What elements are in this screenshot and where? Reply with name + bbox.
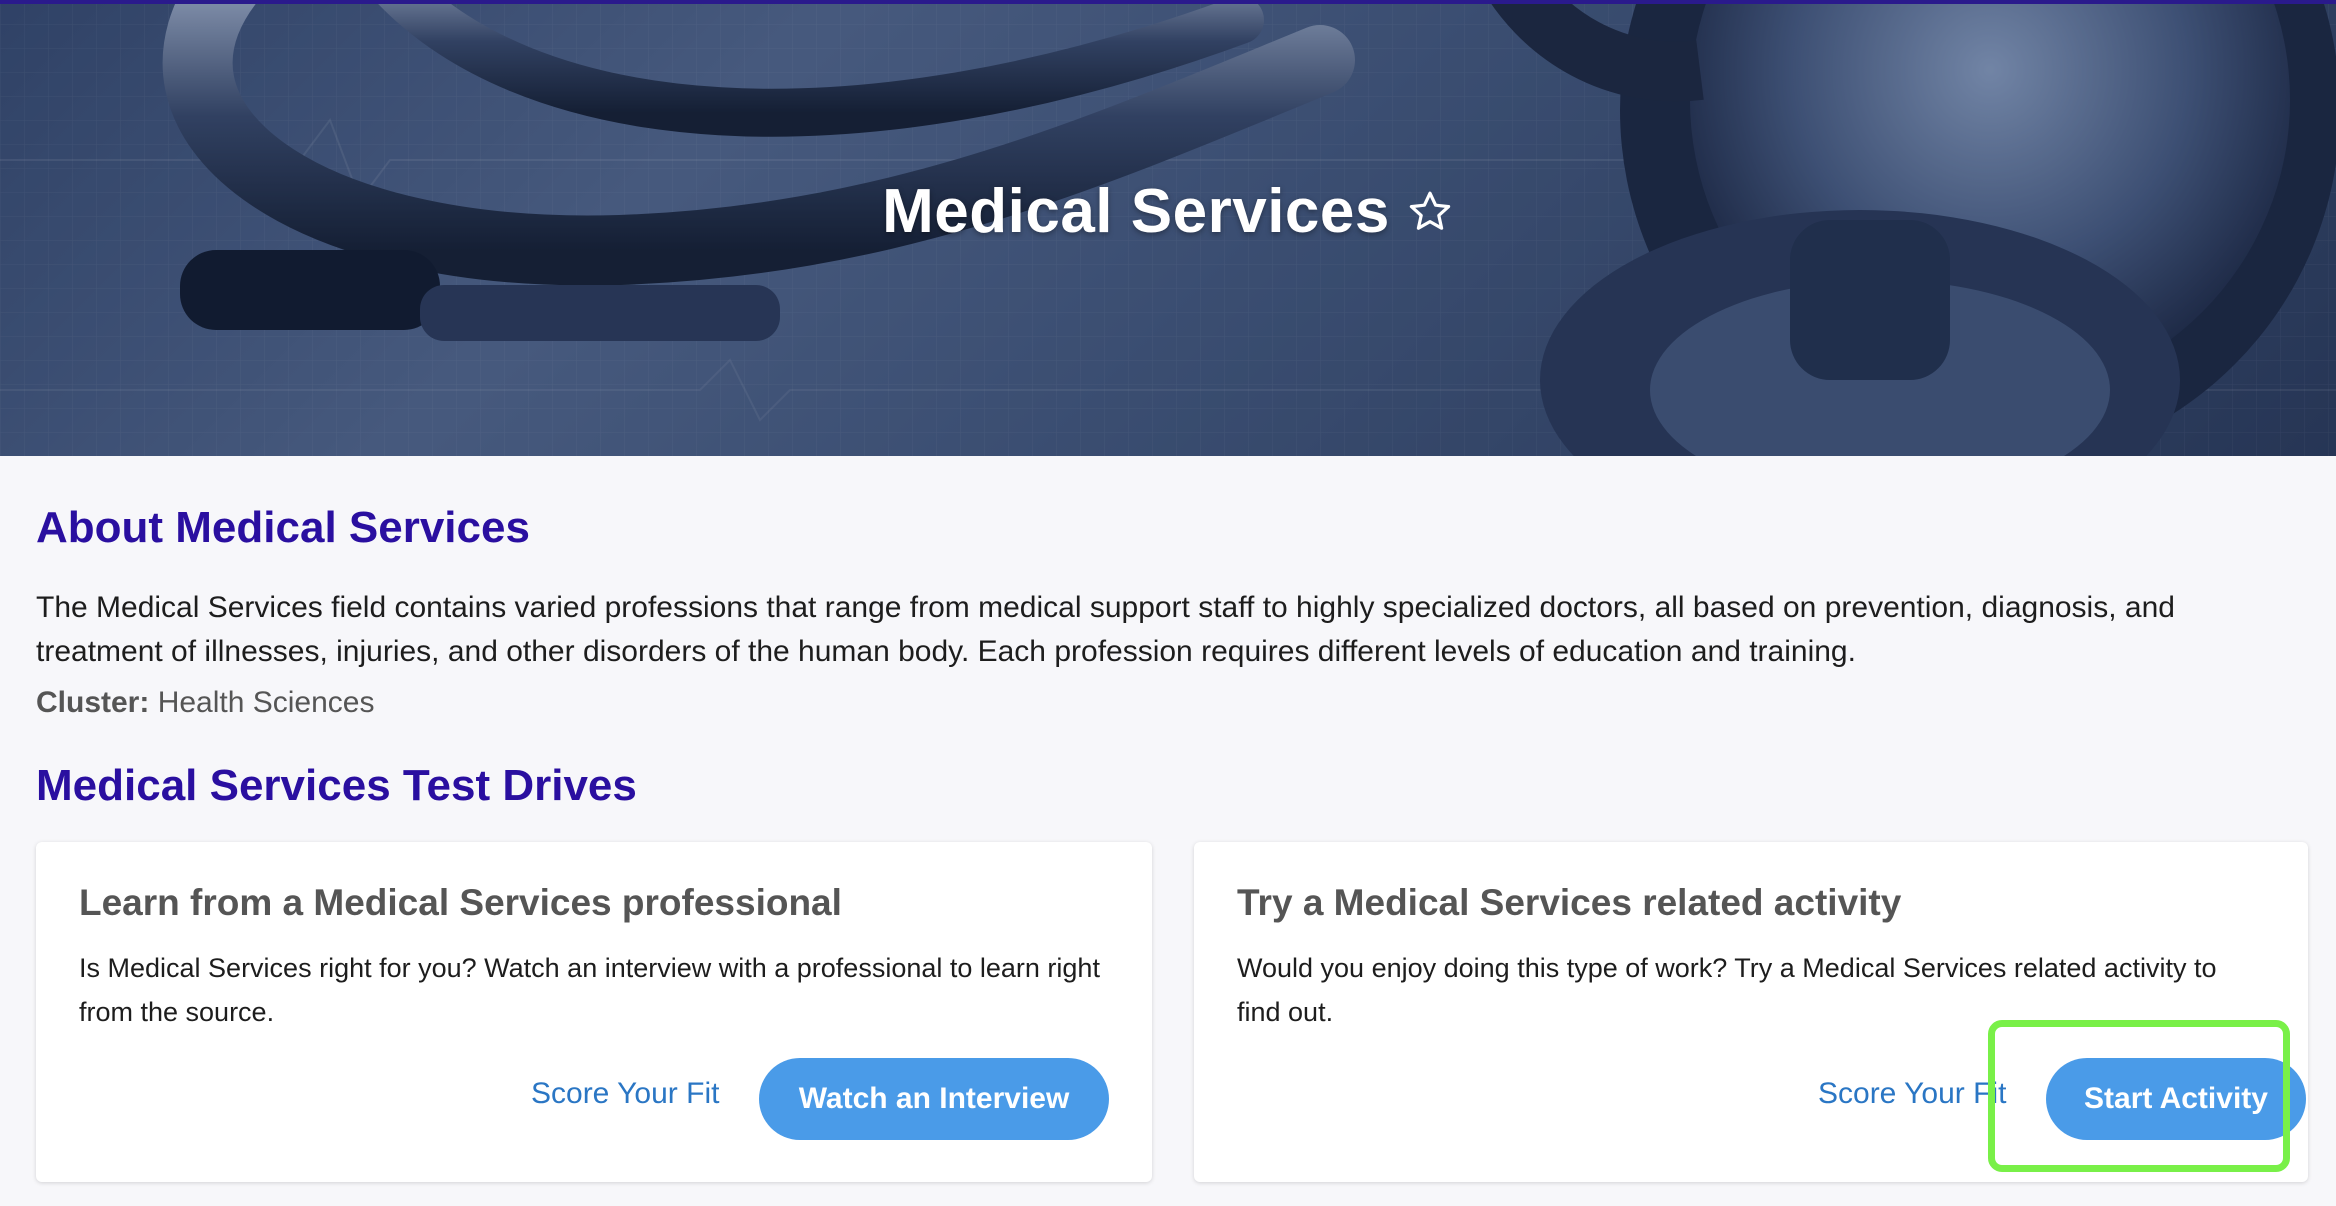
cluster-value: Health Sciences xyxy=(157,686,375,719)
star-outline-icon[interactable] xyxy=(1406,188,1454,236)
score-your-fit-link[interactable]: Score Your Fit xyxy=(1818,1074,2006,1114)
page-title: Medical Services xyxy=(882,177,1390,246)
about-heading: About Medical Services xyxy=(36,503,530,552)
top-accent-line xyxy=(0,0,2336,4)
test-drives-heading: Medical Services Test Drives xyxy=(36,761,637,810)
cluster-info: Cluster: Health Sciences xyxy=(36,686,375,720)
start-activity-highlight-box xyxy=(1988,1020,2290,1172)
about-description: The Medical Services field contains vari… xyxy=(36,591,2175,668)
hero-banner: Medical Services xyxy=(0,0,2336,456)
card-title: Learn from a Medical Services profession… xyxy=(79,882,842,923)
score-your-fit-link[interactable]: Score Your Fit xyxy=(531,1074,719,1114)
watch-interview-button[interactable]: Watch an Interview xyxy=(759,1058,1109,1140)
cluster-label: Cluster: xyxy=(36,686,150,719)
interview-card: Learn from a Medical Services profession… xyxy=(36,842,1152,1182)
card-text: Is Medical Services right for you? Watch… xyxy=(79,953,1100,1027)
card-title: Try a Medical Services related activity xyxy=(1237,882,1902,923)
